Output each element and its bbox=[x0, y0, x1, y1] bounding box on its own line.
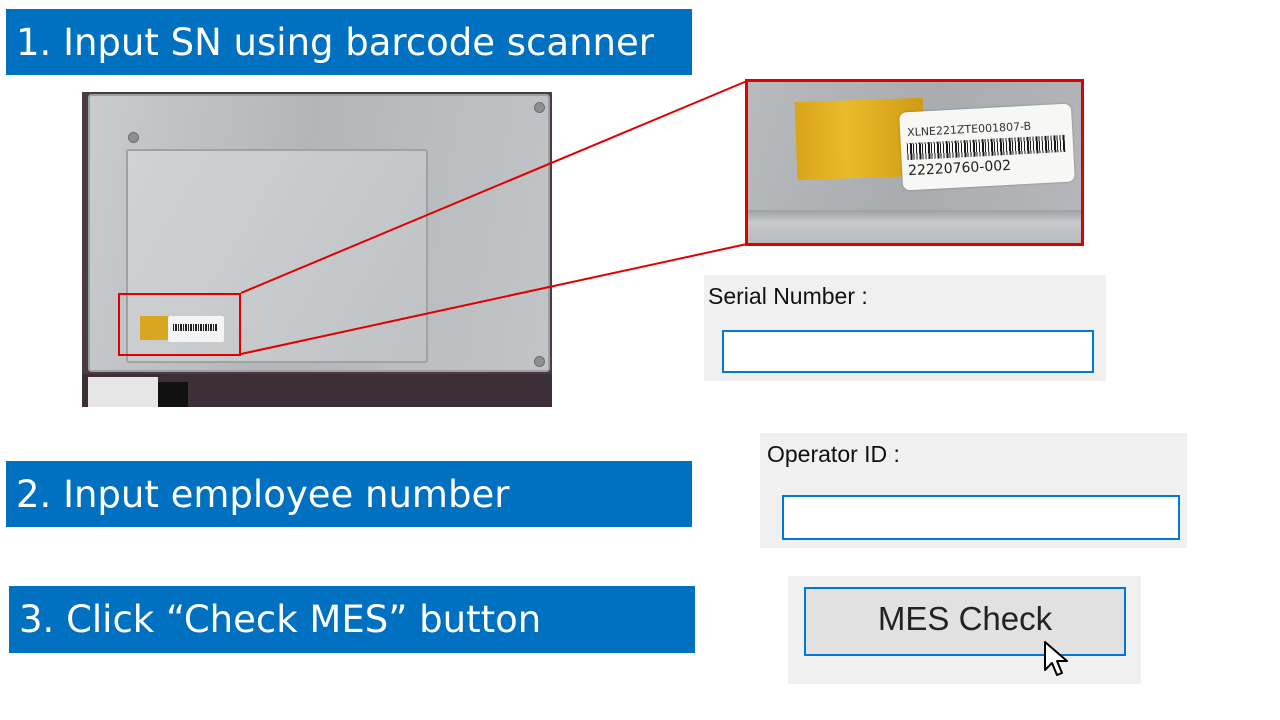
cable bbox=[158, 382, 188, 407]
label-number-text: 22220760-002 bbox=[907, 157, 1012, 180]
zoomed-label-view: XLNE221ZTE001807-B 22220760-002 bbox=[745, 79, 1084, 246]
step-1-text: 1. Input SN using barcode scanner bbox=[16, 20, 654, 64]
screw-icon bbox=[534, 356, 545, 367]
operator-id-input[interactable] bbox=[782, 495, 1180, 540]
screw-icon bbox=[534, 102, 545, 113]
label-highlight-box bbox=[118, 293, 241, 356]
arrow-cursor-icon bbox=[1044, 641, 1068, 676]
step-3-banner: 3. Click “Check MES” button bbox=[9, 586, 695, 653]
operator-id-panel: Operator ID : bbox=[760, 433, 1187, 548]
step-2-text: 2. Input employee number bbox=[16, 472, 510, 516]
mes-check-panel: MES Check bbox=[788, 576, 1141, 684]
step-1-banner: 1. Input SN using barcode scanner bbox=[6, 9, 692, 75]
label-code-text: XLNE221ZTE001807-B bbox=[906, 119, 1032, 140]
device-photo bbox=[82, 92, 552, 407]
serial-number-label: Serial Number : bbox=[708, 283, 868, 309]
serial-number-panel: Serial Number : bbox=[704, 275, 1106, 381]
zoomed-plate-edge bbox=[748, 210, 1081, 243]
operator-id-label: Operator ID : bbox=[767, 441, 900, 467]
barcode-icon bbox=[906, 134, 1066, 161]
serial-number-input[interactable] bbox=[722, 330, 1094, 373]
white-block bbox=[88, 377, 158, 407]
screw-icon bbox=[128, 132, 139, 143]
zoomed-barcode-label: XLNE221ZTE001807-B 22220760-002 bbox=[899, 103, 1075, 191]
mes-check-button[interactable]: MES Check bbox=[804, 587, 1126, 656]
step-2-banner: 2. Input employee number bbox=[6, 461, 692, 527]
step-3-text: 3. Click “Check MES” button bbox=[19, 598, 542, 641]
